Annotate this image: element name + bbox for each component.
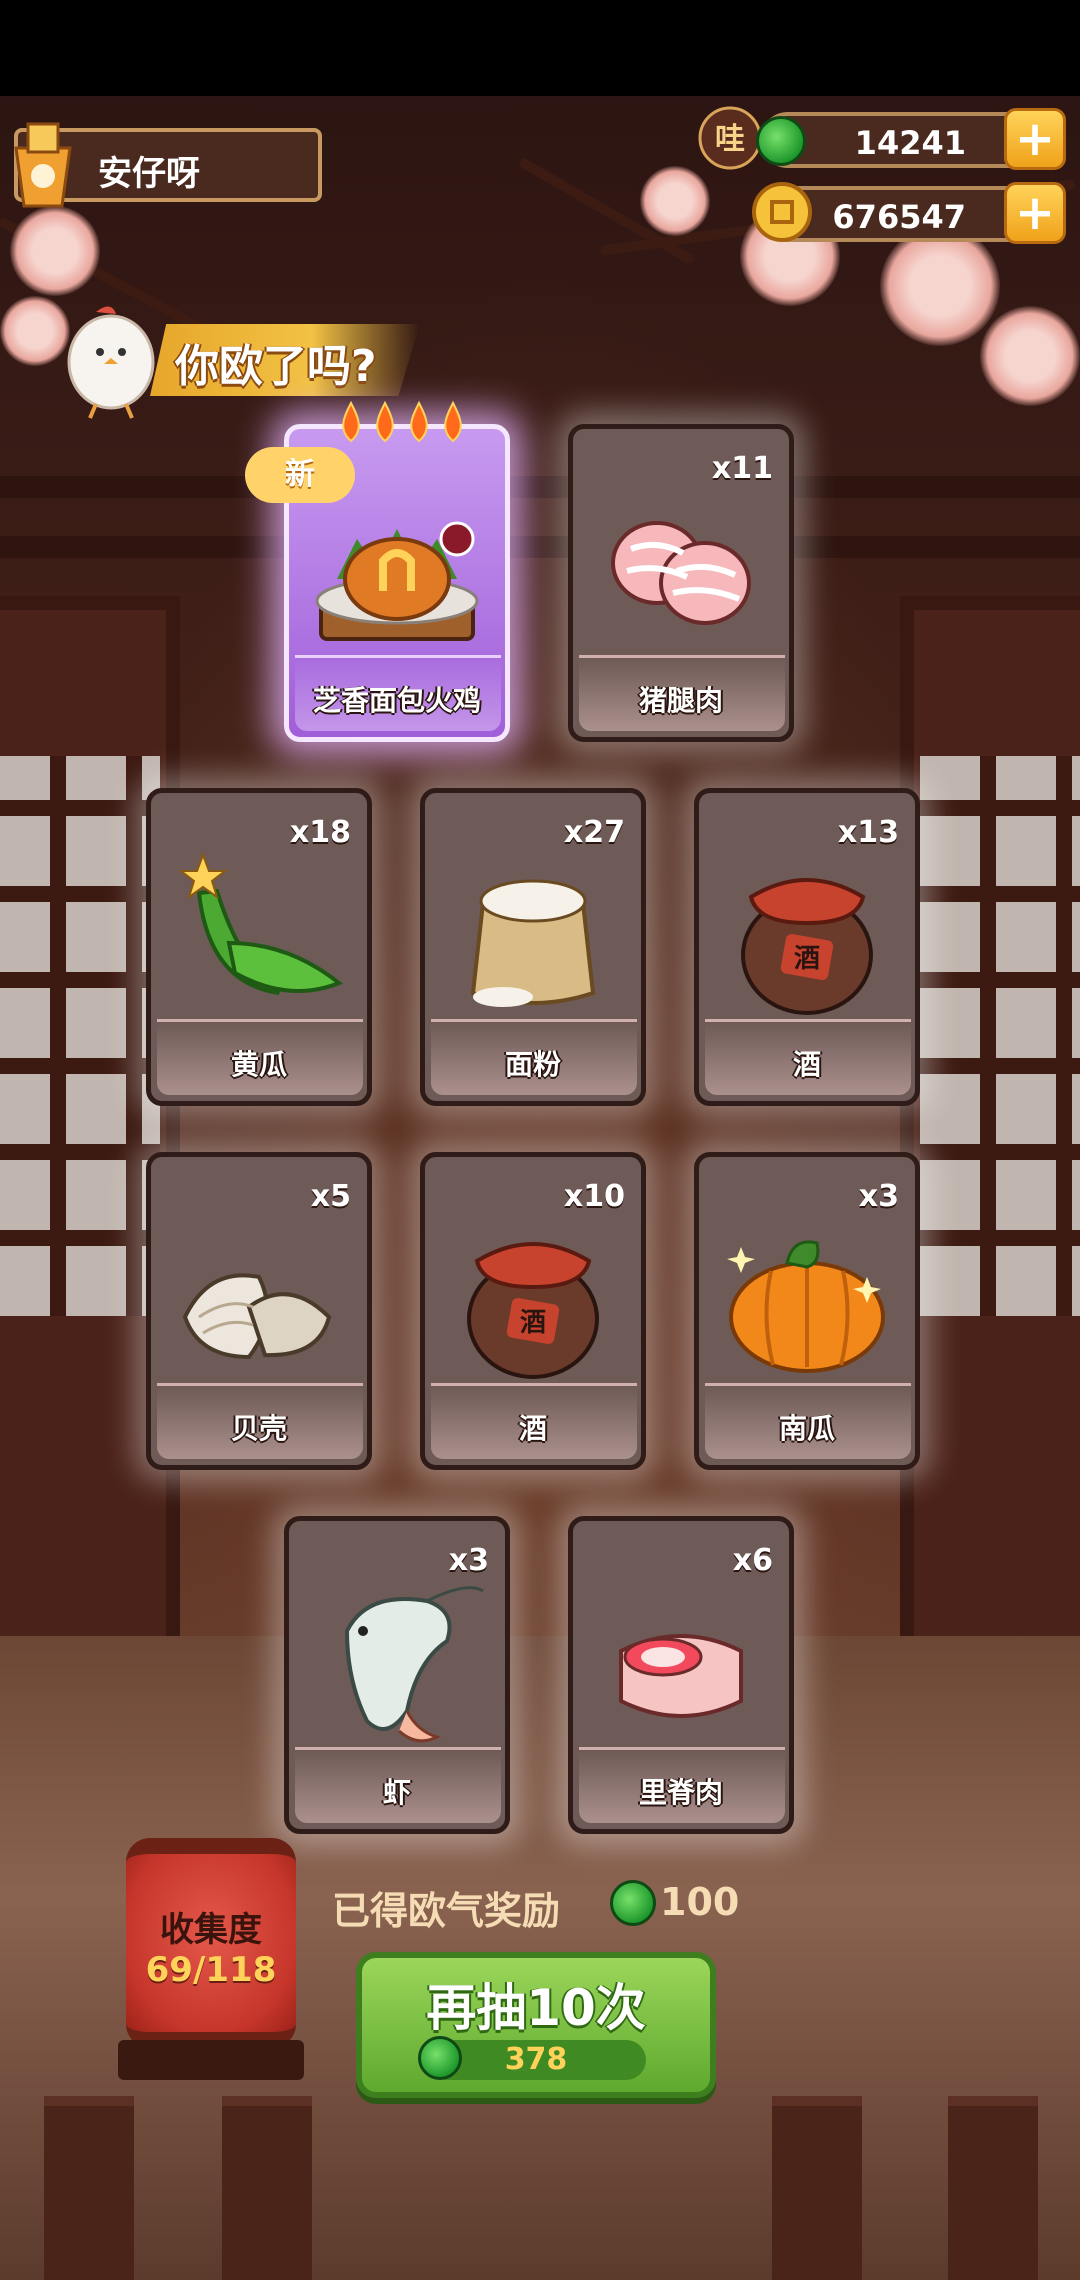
- player-name: 安仔呀: [98, 154, 200, 194]
- blossom-icon: [10, 206, 100, 296]
- card-item[interactable]: x6 里脊肉: [568, 1516, 794, 1834]
- reward-value: 100: [660, 1880, 740, 1924]
- reward-label: 已得欧气奖励: [332, 1889, 561, 1933]
- shrimp-icon: [344, 1586, 484, 1743]
- card-label: 酒: [792, 1048, 821, 1081]
- jar-label: 酒: [520, 1308, 546, 1338]
- rarity-flames-icon: [342, 400, 462, 443]
- player-avatar-icon[interactable]: [6, 118, 80, 208]
- draw-10-button[interactable]: 再抽10次 378: [356, 1952, 716, 2098]
- wine-jar-icon: 酒: [467, 1242, 599, 1379]
- lantern-stand: [118, 2040, 304, 2080]
- card-item[interactable]: x10 酒 酒: [420, 1152, 646, 1470]
- blossom-icon: [980, 306, 1080, 406]
- svg-text:哇: 哇: [715, 122, 745, 157]
- card-item[interactable]: x11 猪腿肉: [568, 424, 794, 742]
- card-item[interactable]: x27 面粉: [420, 788, 646, 1106]
- tenderloin-icon: [619, 1634, 743, 1718]
- jar-label: 酒: [794, 944, 820, 974]
- blossom-icon: [640, 166, 710, 236]
- card-item[interactable]: x5 贝壳: [146, 1152, 372, 1470]
- railing-post: [772, 2096, 862, 2280]
- jade-coin-icon: [610, 1880, 656, 1926]
- railing-post: [222, 2096, 312, 2280]
- card-label: 虾: [382, 1776, 411, 1809]
- pumpkin-icon: [727, 1240, 885, 1373]
- collection-progress: 69/118: [145, 1950, 277, 1990]
- card-item[interactable]: x3 南瓜: [694, 1152, 920, 1470]
- cucumber-icon: [178, 852, 343, 995]
- pork-leg-icon: [611, 521, 751, 625]
- title-banner-text: 你欧了吗?: [175, 341, 377, 392]
- wa-badge-icon: 哇: [698, 106, 762, 170]
- card-label: 南瓜: [778, 1412, 835, 1445]
- lattice-window-right: [920, 756, 1080, 1316]
- jade-coin-icon: [756, 116, 806, 166]
- card-label: 里脊肉: [638, 1776, 723, 1809]
- card-label: 黄瓜: [230, 1048, 287, 1081]
- shell-icon: [182, 1273, 332, 1360]
- wall-beam: [0, 536, 1080, 558]
- railing-post: [44, 2096, 134, 2280]
- status-bar: [0, 0, 1080, 96]
- card-item[interactable]: x13 酒 酒: [694, 788, 920, 1106]
- card-label: 酒: [518, 1412, 547, 1445]
- add-jade-button[interactable]: +: [1004, 108, 1066, 170]
- card-item[interactable]: x18 黄瓜: [146, 788, 372, 1106]
- card-label: 芝香面包火鸡: [312, 684, 481, 717]
- draw-button-label: 再抽10次: [426, 1979, 646, 2037]
- jade-amount: 14241: [854, 124, 966, 162]
- collection-lantern[interactable]: 收集度 69/118: [126, 1838, 296, 2048]
- wine-jar-icon: 酒: [741, 878, 873, 1015]
- jade-coin-icon: [418, 2036, 462, 2080]
- add-gold-button[interactable]: +: [1004, 182, 1066, 244]
- collection-title: 收集度: [160, 1910, 262, 1950]
- gold-coin-icon: [752, 182, 812, 242]
- lattice-window-left: [0, 756, 160, 1316]
- card-special[interactable]: 新 芝香面包火鸡: [245, 400, 510, 742]
- flour-sack-icon: [470, 879, 596, 1007]
- card-label: 面粉: [504, 1048, 561, 1081]
- blossom-icon: [880, 226, 1000, 346]
- railing-post: [948, 2096, 1038, 2280]
- chick-mascot-icon: [67, 306, 155, 419]
- wall-beam: [0, 476, 1080, 498]
- roast-turkey-icon: [315, 521, 479, 641]
- card-label: 猪腿肉: [638, 684, 723, 717]
- gold-amount: 676547: [832, 198, 966, 236]
- card-label: 贝壳: [230, 1412, 287, 1445]
- card-item[interactable]: x3 虾: [284, 1516, 510, 1834]
